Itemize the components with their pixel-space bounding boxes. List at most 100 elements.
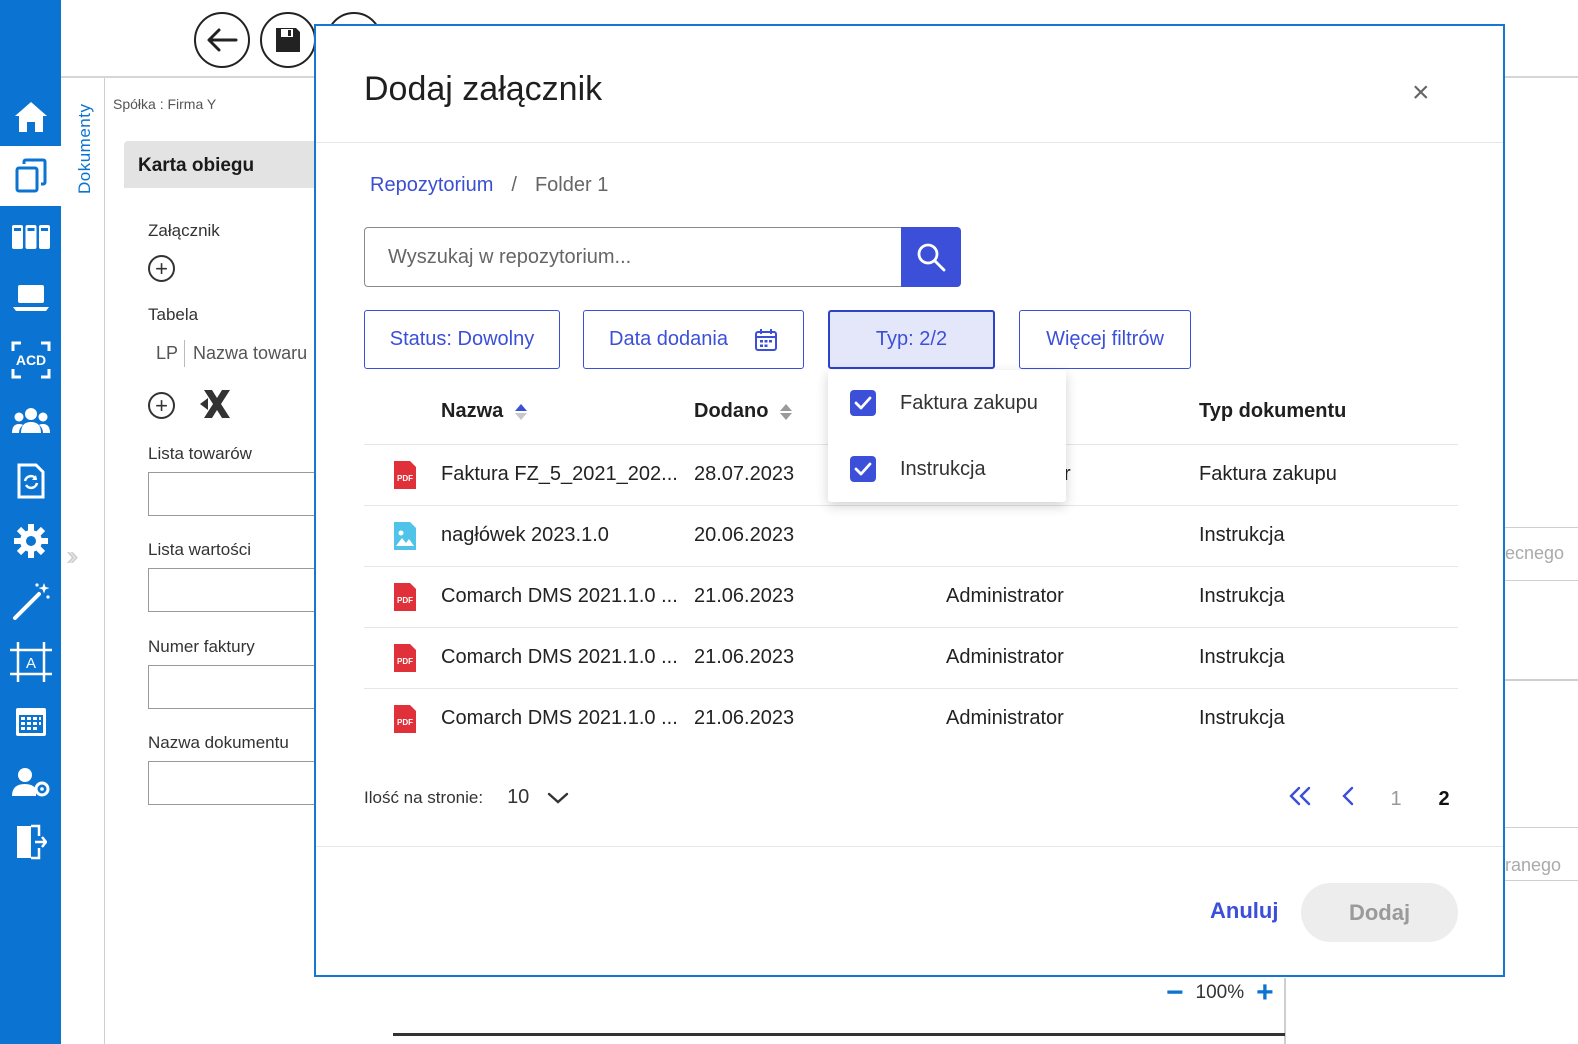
prev-page-icon[interactable] xyxy=(1324,786,1372,812)
page-1-button[interactable]: 1 xyxy=(1372,788,1420,811)
search-box xyxy=(364,227,902,287)
invoice-number-field[interactable] xyxy=(148,665,328,709)
date-filter-label: Data dodania xyxy=(609,328,728,350)
main-nav: ACD A xyxy=(0,0,61,1044)
row-author: Administrator xyxy=(946,585,1064,607)
type-option-label: Instrukcja xyxy=(900,457,986,480)
dialog-divider xyxy=(316,846,1503,847)
breadcrumb-repository[interactable]: Repozytorium xyxy=(370,174,493,197)
pagination: 1 2 xyxy=(1276,786,1468,812)
breadcrumb: Repozytorium / Folder 1 xyxy=(370,174,608,197)
background-field-fragment: ecnego xyxy=(1505,527,1578,581)
add-button[interactable]: Dodaj xyxy=(1301,883,1458,942)
attachment-label: Załącznik xyxy=(148,221,220,240)
goods-list-label: Lista towarów xyxy=(148,444,252,463)
goods-list-field[interactable] xyxy=(148,472,328,516)
table-row[interactable]: PDF Comarch DMS 2021.1.0 ... 21.06.2023 … xyxy=(364,628,1458,689)
search-input[interactable] xyxy=(365,228,902,286)
page-size-value[interactable]: 10 xyxy=(507,786,529,809)
column-type-label: Typ dokumentu xyxy=(1199,400,1347,422)
save-button[interactable] xyxy=(260,12,316,68)
pdf-icon: PDF xyxy=(394,461,416,489)
nav-gear-icon[interactable] xyxy=(0,511,61,571)
add-attachment-button[interactable]: + xyxy=(148,255,175,282)
breadcrumb-separator: / xyxy=(511,174,517,196)
expand-chevron-icon[interactable]: ›› xyxy=(66,540,78,572)
status-filter-button[interactable]: Status: Dowolny xyxy=(364,310,560,369)
nav-home-icon[interactable] xyxy=(0,87,61,147)
page-2-button[interactable]: 2 xyxy=(1420,788,1468,811)
side-tab-label: Dokumenty xyxy=(75,103,94,194)
nav-ocr-icon[interactable]: ACD xyxy=(0,330,61,390)
dialog-divider xyxy=(316,142,1503,143)
dialog-title: Dodaj załącznik xyxy=(364,70,603,108)
close-icon[interactable]: × xyxy=(1412,78,1430,108)
nav-logout-icon[interactable] xyxy=(0,812,61,872)
type-option-faktura-zakupu[interactable]: Faktura zakupu xyxy=(850,390,1038,416)
status-filter-label: Status: Dowolny xyxy=(389,328,535,350)
arrow-left-icon xyxy=(207,28,238,52)
zoom-in-button[interactable]: + xyxy=(1256,978,1274,1008)
pdf-icon: PDF xyxy=(394,705,416,733)
checkbox-checked-icon[interactable] xyxy=(850,390,876,416)
nav-calendar-icon[interactable] xyxy=(0,692,61,752)
zoom-out-button[interactable]: − xyxy=(1166,978,1184,1008)
nav-columns-icon[interactable] xyxy=(0,207,61,267)
column-item-name: Nazwa towaru xyxy=(193,343,308,363)
nav-document-refresh-icon[interactable] xyxy=(0,451,61,511)
tab-karta-obiegu[interactable]: Karta obiegu xyxy=(124,141,324,188)
table-label: Tabela xyxy=(148,305,199,324)
table-row[interactable]: PDF Comarch DMS 2021.1.0 ... 21.06.2023 … xyxy=(364,689,1458,750)
chevron-down-icon[interactable] xyxy=(547,791,569,805)
column-name-sort[interactable]: Nazwa xyxy=(441,400,529,423)
table-row[interactable]: nagłówek 2023.1.0 20.06.2023 Instrukcja xyxy=(364,506,1458,567)
first-page-icon[interactable] xyxy=(1276,786,1324,812)
column-type-header[interactable]: Typ dokumentu xyxy=(1199,400,1346,423)
more-filters-label: Więcej filtrów xyxy=(1046,328,1164,350)
zoom-control: − 100% + xyxy=(1166,978,1274,1008)
breadcrumb-current: Folder 1 xyxy=(534,174,609,196)
row-type: Faktura zakupu xyxy=(1199,463,1337,485)
page-size-control: Ilość na stronie: 10 xyxy=(364,786,569,809)
type-option-instrukcja[interactable]: Instrukcja xyxy=(850,456,986,482)
search-button[interactable] xyxy=(901,227,961,287)
values-list-field[interactable] xyxy=(148,568,328,612)
document-name-field[interactable] xyxy=(148,761,328,805)
row-type: Instrukcja xyxy=(1199,707,1285,729)
type-filter-dropdown: Faktura zakupu Instrukcja xyxy=(828,370,1066,502)
document-name-label: Nazwa dokumentu xyxy=(148,733,289,752)
column-added-sort[interactable]: Dodano xyxy=(694,400,794,423)
nav-documents-icon[interactable] xyxy=(0,146,61,206)
nav-user-settings-icon[interactable] xyxy=(0,752,61,812)
type-option-label: Faktura zakupu xyxy=(900,391,1038,414)
add-row-button[interactable]: + xyxy=(148,392,175,419)
table-row[interactable]: PDF Comarch DMS 2021.1.0 ... 21.06.2023 … xyxy=(364,567,1458,628)
excel-import-icon[interactable] xyxy=(200,388,234,425)
back-button[interactable] xyxy=(194,12,250,68)
pdf-icon: PDF xyxy=(394,583,416,611)
row-added: 20.06.2023 xyxy=(694,524,795,546)
scrollbar-track[interactable] xyxy=(393,1033,1285,1036)
svg-text:ACD: ACD xyxy=(15,352,45,368)
row-added: 21.06.2023 xyxy=(694,646,795,668)
date-filter-button[interactable]: Data dodania xyxy=(583,310,804,369)
cancel-button[interactable]: Anuluj xyxy=(1210,898,1278,924)
column-name-label: Nazwa xyxy=(441,400,504,422)
invoice-number-label: Numer faktury xyxy=(148,637,255,656)
more-filters-button[interactable]: Więcej filtrów xyxy=(1019,310,1191,369)
column-lp: LP xyxy=(148,340,186,367)
page-size-label: Ilość na stronie: xyxy=(364,787,484,807)
nav-users-icon[interactable] xyxy=(0,390,61,450)
svg-text:PDF: PDF xyxy=(397,474,413,483)
nav-laptop-icon[interactable] xyxy=(0,268,61,328)
svg-text:PDF: PDF xyxy=(397,596,413,605)
nav-wand-icon[interactable] xyxy=(0,571,61,631)
column-added-label: Dodano xyxy=(694,400,769,422)
checkbox-checked-icon[interactable] xyxy=(850,456,876,482)
save-icon xyxy=(276,28,300,52)
row-type: Instrukcja xyxy=(1199,646,1285,668)
sort-ascending-icon xyxy=(515,403,528,420)
nav-template-icon[interactable]: A xyxy=(0,632,61,692)
sort-icon xyxy=(780,403,793,420)
type-filter-button[interactable]: Typ: 2/2 xyxy=(828,310,995,369)
